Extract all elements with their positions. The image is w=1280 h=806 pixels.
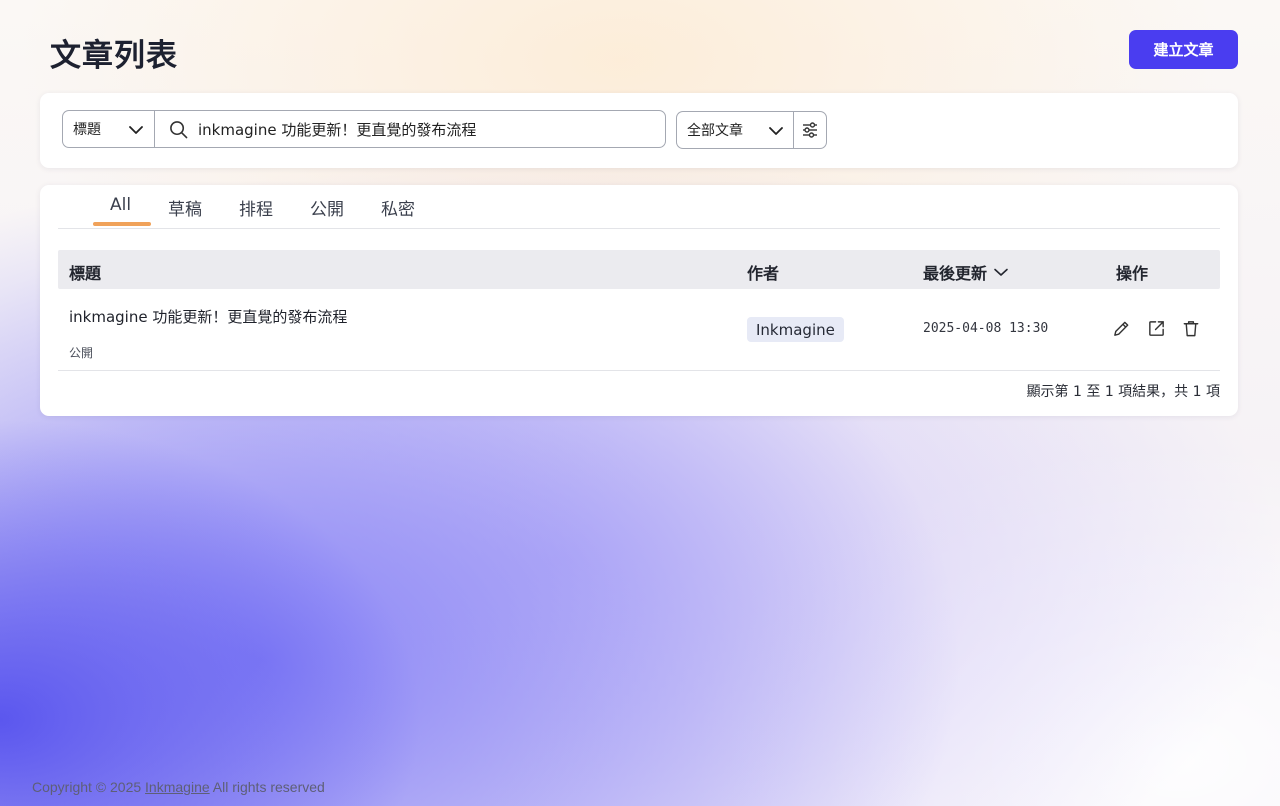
chevron-down-icon <box>128 122 144 142</box>
page-title: 文章列表 <box>50 38 178 74</box>
tab-private[interactable]: 私密 <box>381 195 415 227</box>
column-header-author: 作者 <box>747 264 780 283</box>
column-header-updated-label: 最後更新 <box>923 264 988 283</box>
trash-icon <box>1182 319 1200 338</box>
footer: Copyright © 2025 Inkmagine All rights re… <box>32 779 325 795</box>
footer-brand-link[interactable]: Inkmagine <box>145 779 210 795</box>
advanced-filter-button[interactable] <box>793 111 827 149</box>
status-tabs: All 草稿 排程 公開 私密 <box>58 185 1220 229</box>
active-tab-indicator <box>93 222 151 226</box>
external-link-icon <box>1147 319 1166 338</box>
footer-copyright: Copyright © 2025 <box>32 779 146 795</box>
updated-date: 2025-04-08 13:30 <box>923 321 1049 336</box>
pagination-summary: 顯示第 1 至 1 項結果，共 1 項 <box>1026 384 1220 400</box>
column-header-actions: 操作 <box>1116 264 1149 283</box>
sliders-icon <box>801 121 819 139</box>
tab-public[interactable]: 公開 <box>310 195 344 227</box>
edit-button[interactable] <box>1111 318 1131 338</box>
article-scope-select-value: 全部文章 <box>687 123 743 139</box>
column-header-updated[interactable]: 最後更新 <box>923 260 1009 284</box>
search-input[interactable] <box>198 120 665 138</box>
search-field-select-value: 標題 <box>73 122 101 138</box>
open-button[interactable] <box>1146 318 1166 338</box>
article-list-card: All 草稿 排程 公開 私密 標題 作者 最後更新 操作 inkmagine … <box>40 185 1238 416</box>
author-badge: Inkmagine <box>747 317 844 342</box>
create-article-button[interactable]: 建立文章 <box>1129 30 1238 69</box>
column-header-title: 標題 <box>69 264 102 283</box>
tab-draft[interactable]: 草稿 <box>168 195 202 227</box>
article-scope-select[interactable]: 全部文章 <box>676 111 794 149</box>
search-box <box>154 110 666 148</box>
filter-bar: 標題 全部文章 <box>40 93 1238 168</box>
chevron-down-icon <box>768 123 784 143</box>
article-status: 公開 <box>69 346 94 360</box>
tab-scheduled[interactable]: 排程 <box>239 195 273 227</box>
table-header: 標題 作者 最後更新 操作 <box>58 250 1220 289</box>
pencil-icon <box>1112 319 1131 338</box>
search-field-select[interactable]: 標題 <box>62 110 154 148</box>
delete-button[interactable] <box>1181 318 1201 338</box>
search-icon <box>169 120 188 139</box>
row-actions <box>1111 318 1201 338</box>
table-row[interactable]: inkmagine 功能更新！更直覺的發布流程 公開 Inkmagine 202… <box>58 289 1220 371</box>
chevron-down-icon <box>993 264 1009 280</box>
article-title[interactable]: inkmagine 功能更新！更直覺的發布流程 <box>69 306 347 327</box>
footer-rights: All rights reserved <box>209 779 325 795</box>
